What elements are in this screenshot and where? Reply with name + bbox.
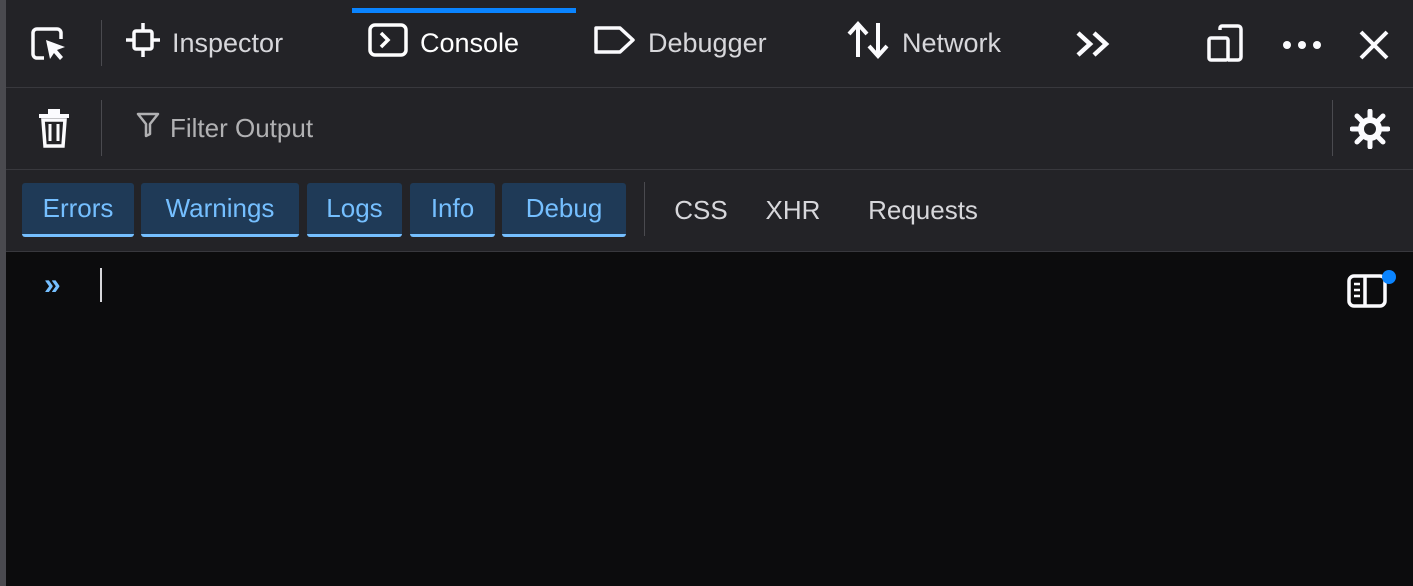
tab-label: Network [902, 28, 1002, 58]
filter-warnings-button[interactable]: Warnings [141, 183, 299, 237]
tab-label: Console [420, 28, 520, 58]
filter-separator [101, 100, 102, 156]
console-prompt: » [44, 268, 61, 301]
close-icon[interactable] [1358, 29, 1390, 61]
responsive-design-icon[interactable] [1206, 24, 1246, 64]
debugger-icon [592, 25, 636, 62]
filter-xhr-button[interactable]: XHR [758, 183, 828, 237]
toolbar-separator [101, 20, 102, 66]
filter-info-button[interactable]: Info [410, 183, 495, 237]
console-filter-bar: Filter Output [6, 88, 1413, 170]
tab-label: Inspector [172, 28, 284, 58]
log-level-filters: Errors Warnings Logs Info Debug CSS XHR … [6, 170, 1413, 252]
tab-inspector[interactable]: Inspector [126, 0, 283, 87]
tab-network[interactable]: Network [846, 0, 1001, 87]
levels-separator [644, 182, 645, 236]
tab-debugger[interactable]: Debugger [592, 0, 767, 87]
filter-input[interactable]: Filter Output [136, 88, 313, 169]
sidebar-toggle-icon[interactable] [1347, 270, 1397, 315]
tab-console[interactable]: Console [368, 0, 519, 87]
devtools-toolbar: Inspector Console Debugger Network [6, 0, 1413, 88]
console-input-caret[interactable] [100, 268, 102, 302]
gear-icon[interactable] [1350, 109, 1390, 149]
filter-css-button[interactable]: CSS [666, 183, 736, 237]
network-icon [846, 21, 890, 66]
filter-errors-button[interactable]: Errors [22, 183, 134, 237]
filter-requests-button[interactable]: Requests [858, 183, 988, 237]
filter-logs-button[interactable]: Logs [307, 183, 402, 237]
funnel-icon [136, 112, 160, 145]
filter-placeholder: Filter Output [170, 113, 314, 143]
console-icon [368, 23, 408, 64]
inspector-icon [126, 23, 160, 64]
filter-separator [1332, 100, 1333, 156]
more-options-icon[interactable] [1282, 40, 1322, 50]
console-output: » [6, 252, 1413, 586]
tab-label: Debugger [648, 28, 767, 58]
element-picker-icon[interactable] [30, 26, 68, 62]
chevron-double-right-icon[interactable] [1074, 30, 1114, 58]
trash-icon[interactable] [38, 108, 70, 148]
filter-debug-button[interactable]: Debug [502, 183, 626, 237]
